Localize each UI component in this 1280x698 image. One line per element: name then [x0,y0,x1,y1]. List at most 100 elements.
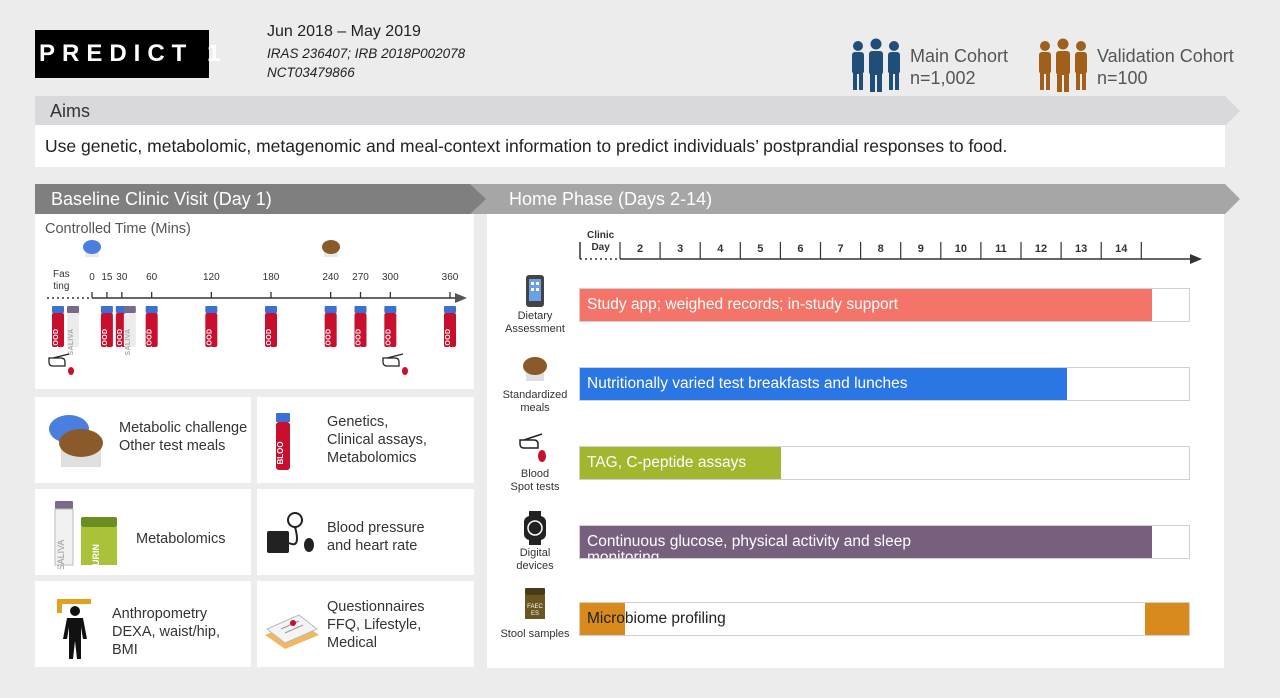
home-row: Blood Spot tests TAG, C-peptide assays [487,432,1224,502]
tile-questionnaires: Questionnaires FFQ, Lifestyle, Medical [257,581,474,667]
svg-text:BLOOD: BLOOD [326,329,333,356]
blood-tube-icon: BLOOD [354,306,367,356]
brown-muffin-icon [322,240,340,257]
main-cohort-title: Main Cohort [910,46,1009,66]
activity-bar-label-overflow: monitoring [587,549,660,559]
time-label: 120 [203,272,220,283]
time-label: 30 [116,272,128,283]
tile-text-line: Other test meals [119,438,226,454]
home-row: Digital devices Continuous glucose, physic… [487,511,1224,581]
aims-text: Use genetic, metabolomic, metagenomic an… [35,125,1225,167]
tile-text-line: Genetics, [327,414,389,430]
blood-tube-icon: BLOO [276,413,290,470]
activity-bar-label: Nutritionally varied test breakfasts and… [587,375,908,392]
row-label-line: meals [520,402,550,414]
svg-text:BLOO: BLOO [276,441,285,464]
blood-tube-icon: BLOOD [100,306,113,356]
ids-line-2: NCT03479866 [267,65,355,80]
svg-text:BLOOD: BLOOD [102,329,109,356]
activity-bar-label: Study app; weighed records; in-study sup… [587,296,899,313]
muffin-icon [515,353,555,387]
tile-text-line: and heart rate [327,538,418,554]
day-label: 13 [1075,243,1087,255]
tile-text-line: FFQ, Lifestyle, [327,617,422,633]
time-label: 360 [442,272,459,283]
svg-text:FAEC: FAEC [527,604,543,610]
time-label: 240 [322,272,339,283]
row-label-line: Assessment [505,323,565,335]
aims-banner-shape [35,96,1240,126]
validation-cohort: Validation Cohort n=100 [1097,45,1234,89]
day-label: 11 [995,243,1007,255]
study-ids: IRAS 236407; IRB 2018P002078 NCT03479866 [267,44,465,82]
blood-tube-icon: BLOOD [384,306,397,356]
tile-metabolomics-text: Metabolomics [136,530,225,548]
blood-tube-icon: BLOOD [324,306,337,356]
day-label: 12 [1035,243,1047,255]
row-label: Blood Spot tests [497,468,573,494]
activity-bar-label: TAG, C-peptide assays [587,454,747,471]
svg-text:BLOOD: BLOOD [266,329,273,356]
saliva-tube-icon: SALIVA [123,306,136,356]
body-measure-icon [57,599,91,659]
home-title: Home Phase (Days 2-14) [509,189,713,209]
blue-muffin-icon [83,240,101,257]
finger-prick-icon [515,432,555,466]
tile-text-line: BMI [112,642,138,658]
svg-text:BLOOD: BLOOD [445,329,452,356]
tile-blood-pressure: Blood pressure and heart rate [257,489,474,575]
time-label: 300 [382,272,399,283]
home-phase-box: Clinic Day 2 3 4 5 6 7 8 9 10 11 12 13 14 Dietary Ass… [487,214,1224,668]
tile-text-line: Clinical assays, [327,432,427,448]
tile-questionnaires-text: Questionnaires FFQ, Lifestyle, Medical [327,598,425,652]
study-logo: PREDICT 1 [35,30,220,78]
svg-text:BLOOD: BLOOD [53,329,60,356]
time-label: 60 [146,272,158,283]
blood-tube-icon: BLOOD [145,306,158,356]
tile-genetics-text: Genetics, Clinical assays, Metabolomics [327,413,427,467]
day-label: 3 [677,243,683,255]
tile-text-line: Blood pressure [327,520,425,536]
svg-text:BLOOD: BLOOD [117,329,124,356]
row-label: Dietary Assessment [497,310,573,336]
svg-text:BLOOD: BLOOD [356,329,363,356]
row-label: Stool samples [497,628,573,641]
time-label: 270 [352,272,369,283]
home-row: Dietary Assessment Study app; weighed reco… [487,274,1224,344]
row-label-line: Stool samples [500,628,570,640]
blood-tube-icon: BLOOD [444,306,456,355]
activity-bar: TAG, C-peptide assays [579,446,1190,480]
svg-text:SALIVA: SALIVA [125,329,132,356]
saliva-urine-icon: SALIVA URIN [54,501,117,569]
blood-pressure-cuff-icon [267,512,314,553]
day-label: 5 [757,243,763,255]
tile-anthropometry: Anthropometry DEXA, waist/hip, BMI [35,581,251,667]
main-cohort-n: n=1,002 [910,68,976,88]
svg-text:URIN: URIN [91,544,101,566]
blood-tube-icon: BLOOD [52,306,64,355]
svg-text:BLOOD: BLOOD [385,329,392,356]
tile-metabolomics: SALIVA URIN Metabolomics [35,489,251,575]
tile-metabolic-text: Metabolic challenge Other test meals [119,419,247,455]
baseline-timeline-box: Controlled Time (Mins) Fas ting 0 15 30 60 1… [35,214,474,389]
tile-text-line: DEXA, waist/hip, [112,624,220,640]
tile-text-line: Medical [327,635,377,651]
ids-line-1: IRAS 236407; IRB 2018P002078 [267,46,466,61]
validation-cohort-title: Validation Cohort [1097,46,1234,66]
tile-metabolic-challenge: Metabolic challenge Other test meals [35,397,251,483]
baseline-title: Baseline Clinic Visit (Day 1) [51,189,272,209]
time-label: 0 [89,272,95,283]
day-axis: 2 3 4 5 6 7 8 9 10 11 12 13 14 [579,242,1202,264]
day-label: 4 [717,243,724,255]
tile-bp-text: Blood pressure and heart rate [327,519,425,555]
row-label-line: devices [516,560,554,572]
day-label: 7 [837,243,843,255]
svg-text:BLOOD: BLOOD [147,329,154,356]
activity-bar: Microbiome profiling [579,602,1190,636]
time-label: 15 [101,272,113,283]
saliva-tube-icon: SALIVA [67,306,79,355]
tile-anthropometry-text: Anthropometry DEXA, waist/hip, BMI [112,605,220,659]
study-dates: Jun 2018 – May 2019 [267,23,421,40]
activity-bar: Continuous glucose, physical activity an… [579,525,1190,559]
day-label: 6 [797,243,803,255]
